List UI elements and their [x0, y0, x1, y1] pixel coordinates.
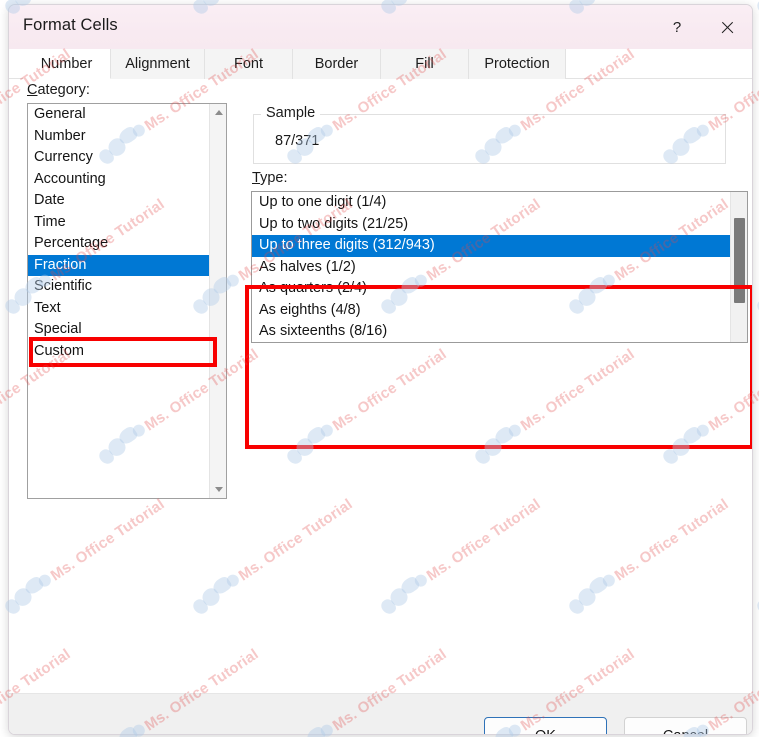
type-list: Up to one digit (1/4) Up to two digits (…: [252, 192, 730, 342]
type-listbox[interactable]: Up to one digit (1/4) Up to two digits (…: [251, 191, 748, 343]
tab-fill[interactable]: Fill: [381, 49, 469, 79]
tab-protection[interactable]: Protection: [469, 49, 566, 79]
category-item-special[interactable]: Special: [28, 319, 209, 341]
category-item-accounting[interactable]: Accounting: [28, 169, 209, 191]
page-title: Format Cells: [23, 16, 118, 34]
category-item-currency[interactable]: Currency: [28, 147, 209, 169]
sample-value: 87/371: [275, 133, 320, 149]
help-icon[interactable]: ?: [654, 5, 700, 49]
ok-button[interactable]: OK: [484, 717, 607, 734]
category-item-date[interactable]: Date: [28, 190, 209, 212]
format-cells-dialog: Format Cells ? Number Alignment Font Bor…: [8, 4, 753, 735]
category-listbox[interactable]: General Number Currency Accounting Date …: [27, 103, 227, 499]
watermark-text: Ms. Office Tutorial: [752, 0, 759, 17]
type-scrollbar[interactable]: [730, 192, 747, 342]
watermark-text: Ms. Office Tutorial: [752, 494, 759, 617]
type-item-as-quarters[interactable]: As quarters (2/4): [252, 278, 730, 300]
type-item-as-sixteenths[interactable]: As sixteenths (8/16): [252, 321, 730, 342]
tab-alignment[interactable]: Alignment: [111, 49, 205, 79]
tab-strip: Number Alignment Font Border Fill Protec…: [9, 49, 752, 79]
type-item-as-halves[interactable]: As halves (1/2): [252, 257, 730, 279]
title-bar: Format Cells ?: [9, 5, 752, 49]
sample-label: Sample: [261, 105, 321, 121]
tab-border[interactable]: Border: [293, 49, 381, 79]
category-item-general[interactable]: General: [28, 104, 209, 126]
tab-font[interactable]: Font: [205, 49, 293, 79]
sample-groupbox: [253, 114, 726, 164]
type-item-up-to-one-digit[interactable]: Up to one digit (1/4): [252, 192, 730, 214]
category-item-text[interactable]: Text: [28, 298, 209, 320]
type-item-up-to-three-digits[interactable]: Up to three digits (312/943): [252, 235, 730, 257]
dialog-body: Category: General Number Currency Accoun…: [9, 79, 752, 694]
scroll-down-icon[interactable]: [210, 481, 226, 498]
category-item-percentage[interactable]: Percentage: [28, 233, 209, 255]
category-item-custom[interactable]: Custom: [28, 341, 209, 363]
category-label: Category:: [27, 82, 90, 98]
tab-number[interactable]: Number: [23, 49, 111, 79]
type-item-as-eighths[interactable]: As eighths (4/8): [252, 300, 730, 322]
type-scrollbar-thumb[interactable]: [734, 218, 745, 303]
category-item-scientific[interactable]: Scientific: [28, 276, 209, 298]
category-item-fraction[interactable]: Fraction: [28, 254, 209, 276]
close-icon[interactable]: [704, 5, 750, 49]
type-item-up-to-two-digits[interactable]: Up to two digits (21/25): [252, 214, 730, 236]
cancel-button[interactable]: Cancel: [624, 717, 747, 734]
category-list: General Number Currency Accounting Date …: [28, 104, 209, 498]
dialog-footer: OK Cancel: [9, 694, 752, 734]
scroll-up-icon[interactable]: [210, 104, 226, 121]
watermark-text: Ms. Office Tutorial: [752, 194, 759, 317]
category-scrollbar[interactable]: [209, 104, 226, 498]
type-label: Type:: [252, 170, 288, 186]
category-item-number[interactable]: Number: [28, 126, 209, 148]
category-item-time[interactable]: Time: [28, 212, 209, 234]
